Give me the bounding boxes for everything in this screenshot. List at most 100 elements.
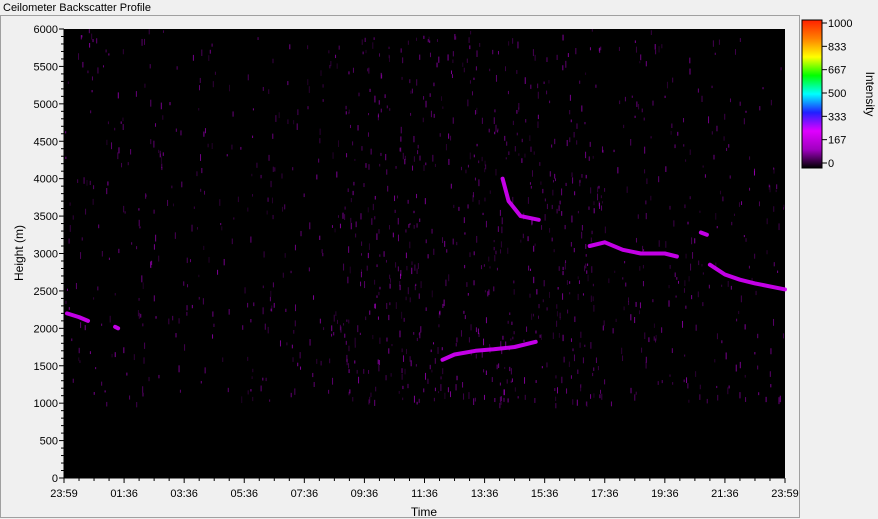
noise-speck <box>75 282 77 290</box>
noise-speck <box>695 371 697 377</box>
noise-speck <box>518 153 520 156</box>
noise-speck <box>429 52 431 58</box>
noise-speck <box>213 323 215 327</box>
noise-speck <box>105 49 107 53</box>
noise-speck <box>425 100 427 108</box>
noise-speck <box>537 83 539 89</box>
noise-speck <box>657 381 659 385</box>
noise-speck <box>549 100 551 104</box>
noise-speck <box>608 278 610 284</box>
noise-speck <box>738 202 740 207</box>
noise-speck <box>418 293 420 299</box>
noise-speck <box>403 317 405 322</box>
noise-speck <box>466 58 468 63</box>
noise-speck <box>357 125 359 131</box>
noise-speck <box>354 344 356 348</box>
noise-speck <box>378 100 380 105</box>
plot-area[interactable] <box>64 29 785 478</box>
backscatter-chart[interactable]: 0500100015002000250030003500400045005000… <box>0 0 878 519</box>
noise-speck <box>593 201 595 206</box>
noise-speck <box>676 277 678 280</box>
noise-speck <box>463 393 465 400</box>
noise-speck <box>480 265 482 270</box>
noise-speck <box>757 365 759 370</box>
noise-speck <box>689 196 691 200</box>
noise-speck <box>390 373 392 377</box>
y-tick-label: 5500 <box>34 61 58 73</box>
noise-speck <box>402 397 404 401</box>
noise-speck <box>332 152 334 159</box>
noise-speck <box>580 384 582 392</box>
colorbar[interactable] <box>801 19 823 169</box>
noise-speck <box>352 190 354 196</box>
noise-speck <box>392 232 394 238</box>
noise-speck <box>161 167 163 171</box>
noise-speck <box>501 217 503 225</box>
noise-speck <box>294 320 296 327</box>
noise-speck <box>735 364 737 372</box>
noise-speck <box>399 330 401 338</box>
noise-speck <box>399 147 401 152</box>
noise-speck <box>569 137 571 143</box>
noise-speck <box>714 359 716 363</box>
noise-speck <box>293 120 295 125</box>
noise-speck <box>169 102 171 106</box>
noise-speck <box>417 144 419 149</box>
noise-speck <box>319 128 321 135</box>
noise-speck <box>339 223 341 229</box>
noise-speck <box>491 377 493 383</box>
noise-speck <box>661 44 663 49</box>
noise-speck <box>517 396 519 399</box>
noise-speck <box>483 369 485 373</box>
noise-speck <box>162 115 164 120</box>
noise-speck <box>117 92 119 99</box>
noise-speck <box>282 206 284 212</box>
noise-speck <box>309 222 311 230</box>
noise-speck <box>232 111 234 117</box>
noise-speck <box>546 90 548 95</box>
noise-speck <box>733 213 735 216</box>
noise-speck <box>455 384 457 391</box>
x-tick-label: 19:36 <box>651 488 679 500</box>
noise-speck <box>738 310 740 315</box>
noise-speck <box>691 295 693 300</box>
noise-speck <box>281 173 283 179</box>
noise-speck <box>376 233 378 240</box>
noise-speck <box>548 80 550 84</box>
noise-speck <box>570 119 572 123</box>
noise-speck <box>741 201 743 205</box>
noise-speck <box>257 37 259 40</box>
noise-speck <box>471 91 473 96</box>
noise-speck <box>323 327 325 331</box>
noise-speck <box>93 391 95 395</box>
noise-speck <box>443 299 445 307</box>
noise-speck <box>678 280 680 284</box>
noise-speck <box>687 221 689 225</box>
noise-speck <box>308 267 310 272</box>
noise-speck <box>684 354 686 357</box>
noise-speck <box>492 49 494 55</box>
noise-speck <box>579 342 581 348</box>
noise-speck <box>717 394 719 401</box>
noise-speck <box>320 70 322 76</box>
noise-speck <box>661 380 663 384</box>
noise-speck <box>706 398 708 404</box>
noise-speck <box>520 239 522 243</box>
noise-speck <box>562 34 564 41</box>
noise-speck <box>89 180 91 185</box>
noise-speck <box>570 338 572 342</box>
noise-speck <box>641 108 643 113</box>
noise-speck <box>448 158 450 165</box>
noise-speck <box>357 325 359 333</box>
noise-speck <box>79 360 81 363</box>
noise-speck <box>123 347 125 354</box>
noise-speck <box>223 258 225 266</box>
noise-speck <box>468 392 470 399</box>
noise-speck <box>309 339 311 346</box>
noise-speck <box>770 348 772 355</box>
noise-speck <box>474 177 476 181</box>
noise-speck <box>493 286 495 292</box>
noise-speck <box>701 95 703 102</box>
noise-speck <box>389 274 391 279</box>
noise-speck <box>697 291 699 298</box>
